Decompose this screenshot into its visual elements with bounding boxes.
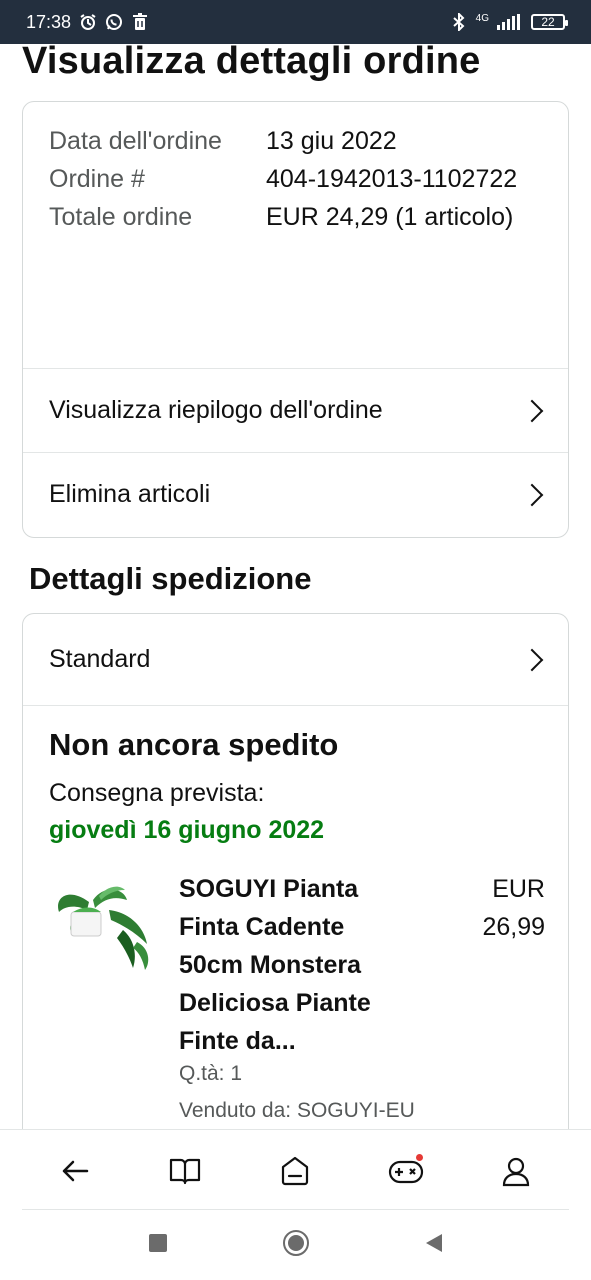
chevron-right-icon [520, 648, 544, 671]
shipment-status: Non ancora spedito [49, 727, 339, 762]
shipping-card: Standard Non ancora spedito Consegna pre… [22, 613, 569, 1173]
trash-icon [131, 13, 149, 31]
status-bar: 17:38 4G 22 [0, 0, 591, 44]
whatsapp-icon [105, 13, 123, 31]
back-icon[interactable] [50, 1146, 100, 1196]
status-bar-left: 17:38 [26, 12, 149, 33]
gamepad-icon[interactable] [381, 1146, 431, 1196]
order-summary-label: Visualizza riepilogo dell'ordine [49, 396, 383, 424]
product-title[interactable]: SOGUYI Pianta Finta Cadente 50cm Monster… [179, 870, 409, 1060]
delivery-label: Consegna prevista: [49, 779, 265, 807]
alarm-icon [79, 13, 97, 31]
order-date-value: 13 giu 2022 [266, 127, 397, 155]
network-type: 4G [475, 12, 489, 24]
delivery-date: giovedì 16 giugno 2022 [49, 816, 325, 844]
signal-icon [497, 13, 523, 31]
battery-level: 22 [541, 15, 555, 29]
delete-items-label: Elimina articoli [49, 480, 211, 508]
order-total-label: Totale ordine [49, 203, 193, 231]
notification-dot [415, 1153, 423, 1161]
shipping-section-title: Dettagli spedizione [29, 561, 312, 596]
page-title: Visualizza dettagli ordine [22, 40, 481, 82]
home-circle-icon[interactable] [282, 1229, 310, 1262]
order-number-label: Ordine # [49, 165, 145, 193]
chevron-right-icon [520, 399, 544, 422]
book-icon[interactable] [160, 1146, 210, 1196]
delete-items-link[interactable]: Elimina articoli [23, 452, 568, 536]
system-nav-bar [0, 1210, 591, 1280]
order-info-card: Data dell'ordine 13 giu 2022 Ordine # 40… [22, 101, 569, 538]
order-total-value: EUR 24,29 (1 articolo) [266, 203, 514, 231]
order-number-value: 404-1942013-1102722 [266, 165, 518, 193]
plant-image[interactable] [49, 882, 153, 974]
bluetooth-icon [450, 13, 468, 31]
order-date-label: Data dell'ordine [49, 127, 222, 155]
chevron-right-icon [520, 483, 544, 506]
product-price: EUR 26,99 [482, 875, 545, 941]
shipping-method-label: Standard [49, 645, 151, 673]
order-summary-link[interactable]: Visualizza riepilogo dell'ordine [23, 368, 568, 452]
profile-icon[interactable] [491, 1146, 541, 1196]
back-triangle-icon[interactable] [425, 1233, 443, 1258]
product-quantity: Q.tà: 1 [179, 1062, 243, 1085]
shipping-method-link[interactable]: Standard [23, 614, 568, 706]
battery-icon: 22 [531, 14, 568, 30]
order-details-grid: Data dell'ordine 13 giu 2022 Ordine # 40… [49, 122, 549, 236]
recents-icon[interactable] [148, 1233, 167, 1257]
home-icon[interactable] [270, 1146, 320, 1196]
product-seller: Venduto da: SOGUYI-EU [179, 1099, 415, 1122]
status-time: 17:38 [26, 11, 72, 32]
status-bar-right: 4G 22 [450, 12, 568, 32]
bottom-nav-bar [0, 1129, 591, 1211]
